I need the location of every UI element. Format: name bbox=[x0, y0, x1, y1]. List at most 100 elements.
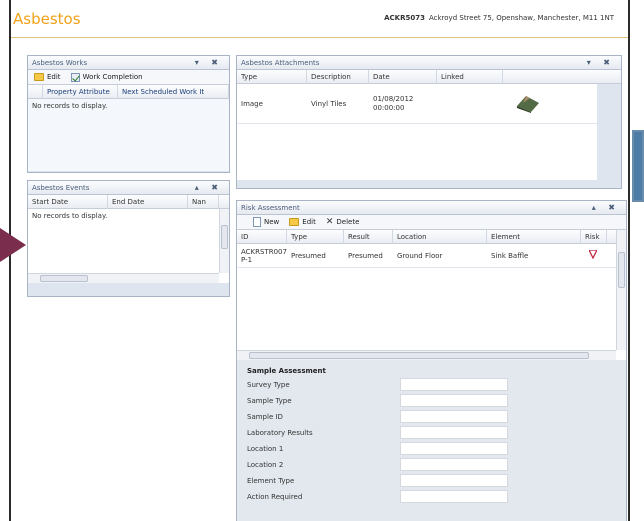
location-2-field[interactable] bbox=[400, 458, 508, 471]
asbestos-events-panel: Asbestos Events ▴ ✖ Start Date End Date N… bbox=[27, 180, 230, 297]
table-row[interactable]: ACKRSTR007 P-1 Presumed Presumed Ground … bbox=[237, 244, 626, 268]
checkbox-icon bbox=[70, 72, 80, 82]
column-header[interactable]: Property Attribute bbox=[43, 84, 118, 99]
property-info: ACKR5073 Ackroyd Street 75, Openshaw, Man… bbox=[384, 14, 614, 22]
field-label: Action Required bbox=[247, 493, 303, 501]
side-callout bbox=[632, 130, 644, 202]
delete-label: Delete bbox=[336, 218, 360, 226]
column-header[interactable]: Date bbox=[369, 69, 437, 84]
app-window: Asbestos ACKR5073 Ackroyd Street 75, Open… bbox=[9, 0, 630, 521]
column-header[interactable]: Linked bbox=[437, 69, 503, 84]
thumbnail-cell[interactable] bbox=[503, 93, 563, 115]
panel-controls[interactable]: ▴ ✖ bbox=[592, 203, 620, 212]
edit-icon bbox=[289, 218, 300, 226]
edit-label: Edit bbox=[47, 73, 61, 81]
column-header[interactable]: Risk bbox=[581, 229, 607, 244]
vertical-scrollbar[interactable] bbox=[616, 230, 626, 350]
field-label: Element Type bbox=[247, 477, 295, 485]
element-type-field[interactable] bbox=[400, 474, 508, 487]
survey-type-field[interactable] bbox=[400, 378, 508, 391]
table-row[interactable]: Image Vinyl Tiles 01/08/2012 00:00:00 bbox=[237, 84, 597, 124]
column-header[interactable]: Location bbox=[393, 229, 487, 244]
panel-controls[interactable]: ▾ ✖ bbox=[195, 58, 223, 67]
panel-header: Asbestos Events ▴ ✖ bbox=[28, 181, 229, 195]
toolbar: New Edit ✕ Delete bbox=[237, 215, 626, 230]
sample-id-field[interactable] bbox=[400, 410, 508, 423]
sample-assessment-title: Sample Assessment bbox=[247, 367, 326, 375]
column-header[interactable]: Nan bbox=[188, 194, 219, 209]
empty-message: No records to display. bbox=[32, 212, 108, 220]
column-header[interactable]: Element bbox=[487, 229, 581, 244]
edit-button[interactable]: Edit bbox=[34, 73, 61, 81]
cell-id: ACKRSTR007 P-1 bbox=[241, 247, 287, 264]
column-header[interactable]: End Date bbox=[108, 194, 188, 209]
grid-body: No records to display. bbox=[28, 209, 229, 283]
new-document-icon bbox=[253, 217, 261, 227]
cell-result: Presumed bbox=[348, 251, 383, 260]
column-header[interactable]: Result bbox=[344, 229, 393, 244]
risk-assessment-panel: Risk Assessment ▴ ✖ New Edit ✕ Delete ID T… bbox=[236, 200, 627, 521]
panel-controls[interactable]: ▴ ✖ bbox=[195, 183, 223, 192]
field-label: Location 1 bbox=[247, 445, 284, 453]
panel-title: Risk Assessment bbox=[241, 204, 300, 212]
grid-header: Type Description Date Linked bbox=[237, 69, 621, 84]
panel-header: Asbestos Attachments ▾ ✖ bbox=[237, 56, 621, 70]
column-header[interactable]: Type bbox=[287, 229, 344, 244]
work-completion-button[interactable]: Work Completion bbox=[70, 72, 143, 82]
cell-date: 01/08/2012 00:00:00 bbox=[373, 94, 414, 112]
horizontal-scrollbar[interactable] bbox=[28, 273, 219, 283]
panel-title: Asbestos Attachments bbox=[241, 59, 320, 67]
field-label: Sample Type bbox=[247, 397, 292, 405]
grid-body: No records to display. bbox=[28, 99, 229, 171]
new-button[interactable]: New bbox=[253, 217, 279, 227]
grid-body: Image Vinyl Tiles 01/08/2012 00:00:00 bbox=[237, 84, 597, 180]
scroll-thumb[interactable] bbox=[249, 352, 589, 359]
new-label: New bbox=[264, 218, 280, 226]
scroll-thumb[interactable] bbox=[221, 225, 228, 249]
delete-icon: ✕ bbox=[325, 216, 334, 227]
panel-controls[interactable]: ▾ ✖ bbox=[587, 58, 615, 67]
sample-assessment-section: Sample Assessment Survey Type Sample Typ… bbox=[237, 360, 626, 521]
sample-type-field[interactable] bbox=[400, 394, 508, 407]
edit-label: Edit bbox=[302, 218, 316, 226]
cell-type: Image bbox=[241, 99, 263, 108]
column-header[interactable]: Next Scheduled Work It bbox=[118, 84, 229, 99]
panel-title: Asbestos Works bbox=[32, 59, 88, 67]
field-label: Sample ID bbox=[247, 413, 283, 421]
row-selector-header bbox=[28, 84, 43, 99]
toolbar: Edit Work Completion bbox=[28, 70, 229, 85]
vertical-scrollbar[interactable] bbox=[219, 209, 229, 273]
grid-header: ID Type Result Location Element Risk bbox=[237, 229, 626, 244]
asbestos-attachments-panel: Asbestos Attachments ▾ ✖ Type Description… bbox=[236, 55, 622, 189]
vinyl-tiles-thumbnail[interactable] bbox=[515, 93, 541, 113]
column-header[interactable]: Description bbox=[307, 69, 369, 84]
empty-message: No records to display. bbox=[32, 102, 108, 110]
cell-type: Presumed bbox=[291, 251, 326, 260]
work-completion-label: Work Completion bbox=[82, 73, 143, 81]
risk-grid: ID Type Result Location Element Risk ACK… bbox=[237, 229, 626, 360]
cell-location: Ground Floor bbox=[397, 251, 443, 260]
grid-header: Start Date End Date Nan bbox=[28, 194, 229, 209]
scroll-thumb[interactable] bbox=[40, 275, 88, 282]
laboratory-results-field[interactable] bbox=[400, 426, 508, 439]
cell-element: Sink Baffle bbox=[491, 251, 529, 260]
edit-icon bbox=[34, 73, 44, 81]
field-label: Survey Type bbox=[247, 381, 290, 389]
column-header[interactable]: ID bbox=[237, 229, 287, 244]
action-required-field[interactable] bbox=[400, 490, 508, 503]
asbestos-works-panel: Asbestos Works ▾ ✖ Edit Work Completion P… bbox=[27, 55, 230, 173]
field-label: Laboratory Results bbox=[247, 429, 313, 437]
scroll-thumb[interactable] bbox=[618, 252, 625, 288]
column-header[interactable]: Start Date bbox=[28, 194, 108, 209]
grid-header: Property Attribute Next Scheduled Work I… bbox=[28, 84, 229, 99]
delete-button[interactable]: ✕ Delete bbox=[325, 216, 360, 227]
location-1-field[interactable] bbox=[400, 442, 508, 455]
horizontal-scrollbar[interactable] bbox=[237, 350, 616, 360]
panel-header: Risk Assessment ▴ ✖ bbox=[237, 201, 626, 215]
risk-flag-icon bbox=[588, 250, 598, 260]
edit-button[interactable]: Edit bbox=[289, 218, 316, 226]
panel-title: Asbestos Events bbox=[32, 184, 90, 192]
app-title: Asbestos bbox=[13, 10, 81, 28]
panel-header: Asbestos Works ▾ ✖ bbox=[28, 56, 229, 70]
column-header[interactable]: Type bbox=[237, 69, 307, 84]
